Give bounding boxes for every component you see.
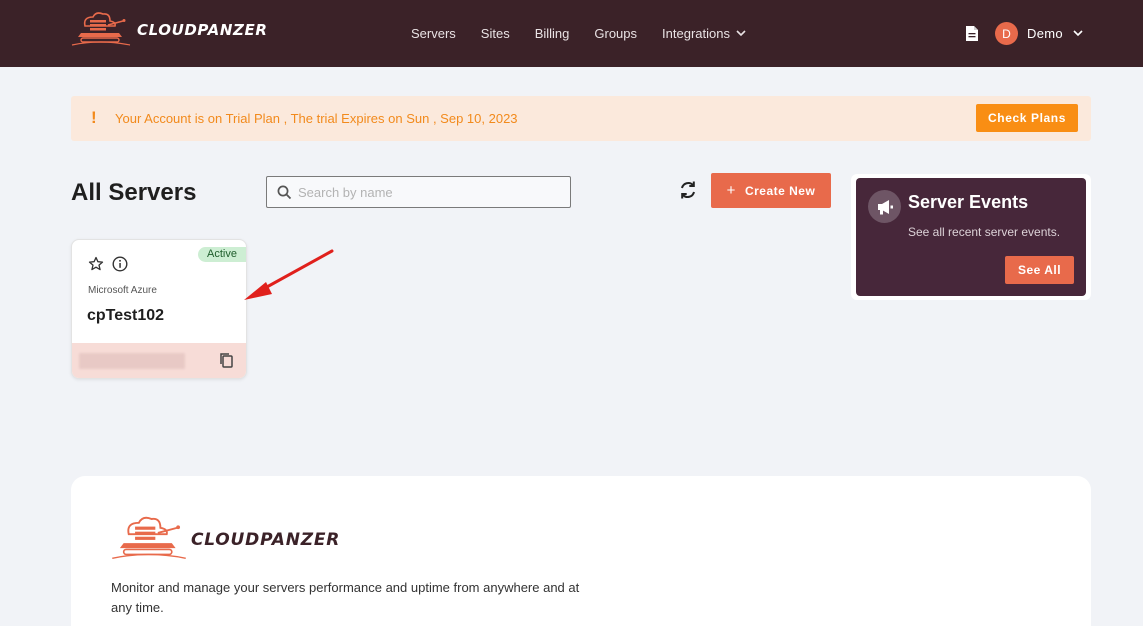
brand-name: CLOUDPANZER [137, 21, 268, 39]
user-menu[interactable]: D Demo [995, 22, 1083, 45]
search-box[interactable] [266, 176, 571, 208]
see-all-button[interactable]: See All [1005, 256, 1074, 284]
tank-cloud-logo-icon [112, 516, 186, 559]
nav-billing[interactable]: Billing [535, 26, 570, 41]
server-name[interactable]: cpTest102 [87, 307, 164, 325]
nav-sites[interactable]: Sites [481, 26, 510, 41]
create-new-button[interactable]: + Create New [711, 173, 831, 208]
page-title: All Servers [71, 179, 197, 206]
info-icon[interactable] [112, 256, 128, 277]
footer-panel: CLOUDPANZER Monitor and manage your serv… [71, 476, 1091, 626]
annotation-arrow-icon [244, 249, 334, 300]
server-events-title: Server Events [908, 192, 1029, 212]
star-icon[interactable] [88, 256, 104, 277]
chevron-down-icon [1073, 30, 1083, 37]
server-card[interactable]: Active Microsoft Azure cpTest102 [71, 239, 247, 379]
create-new-label: Create New [744, 183, 816, 198]
tank-cloud-logo-icon [71, 12, 131, 46]
search-icon [277, 185, 292, 199]
user-name: Demo [1027, 26, 1063, 41]
megaphone-icon [868, 190, 901, 223]
main-nav: Servers Sites Billing Groups Integration… [411, 0, 771, 67]
server-ip-footer [72, 343, 246, 378]
footer-logo: CLOUDPANZER [111, 516, 340, 560]
avatar: D [995, 22, 1018, 45]
server-provider: Microsoft Azure [88, 285, 157, 296]
footer-description: Monitor and manage your servers performa… [111, 580, 580, 615]
footer-brand-name: CLOUDPANZER [191, 530, 341, 550]
nav-groups[interactable]: Groups [594, 26, 637, 41]
trial-banner: ! Your Account is on Trial Plan , The tr… [71, 96, 1091, 141]
top-navbar: CLOUDPANZER Servers Sites Billing Groups… [0, 0, 1143, 67]
nav-integrations-label: Integrations [662, 26, 730, 41]
document-icon[interactable] [965, 25, 979, 47]
brand-logo[interactable]: CLOUDPANZER [71, 12, 267, 46]
nav-integrations[interactable]: Integrations [662, 26, 746, 41]
nav-servers[interactable]: Servers [411, 26, 456, 41]
server-events-subtitle: See all recent server events. [908, 225, 1061, 239]
check-plans-button[interactable]: Check Plans [976, 104, 1078, 132]
trial-message: Your Account is on Trial Plan , The tria… [115, 111, 518, 126]
server-events-panel: Server Events See all recent server even… [851, 174, 1091, 300]
redacted-ip [79, 353, 185, 369]
chevron-down-icon [736, 30, 746, 37]
refresh-icon[interactable] [677, 179, 699, 206]
search-input[interactable] [298, 184, 558, 200]
server-events-card: Server Events See all recent server even… [856, 178, 1086, 296]
copy-icon[interactable] [219, 352, 234, 374]
status-badge: Active [198, 247, 246, 262]
warning-icon: ! [91, 108, 97, 127]
plus-icon: + [726, 182, 736, 199]
